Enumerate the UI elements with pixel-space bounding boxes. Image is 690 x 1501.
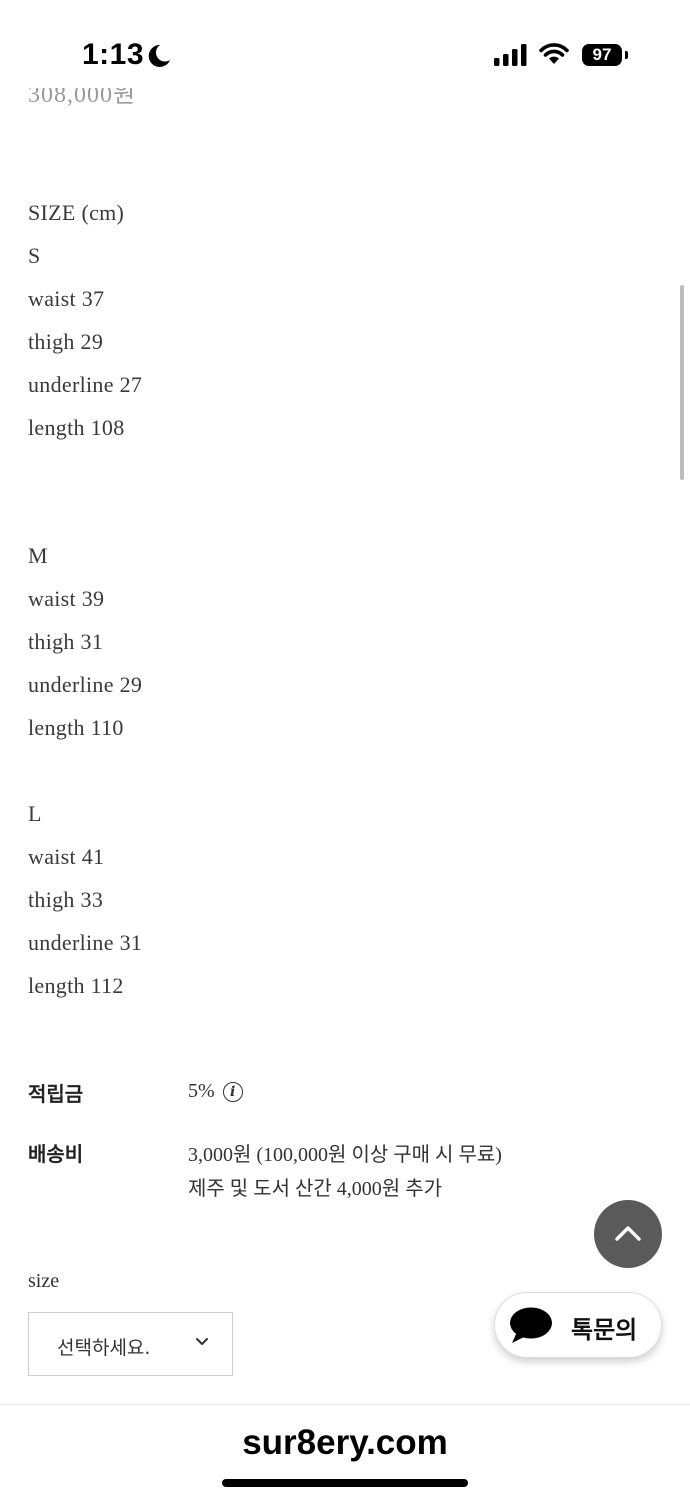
spec-line: thigh 33 (28, 887, 104, 912)
points-label: 적립금 (28, 1082, 84, 1106)
shipping-label: 배송비 (28, 1142, 84, 1166)
moon-icon (148, 44, 170, 67)
status-time: 1:13 (82, 38, 145, 71)
shipping-value-line-1: 3,000원 (100,000원 이상 구매 시 무료) (188, 1144, 502, 1166)
battery-indicator: 97 (582, 44, 622, 66)
browser-domain[interactable]: sur8ery.com (0, 1423, 690, 1463)
option-label: size (28, 1270, 60, 1292)
spec-line: length 110 (28, 715, 124, 740)
spec-line: thigh 31 (28, 629, 104, 654)
size-select[interactable]: 선택하세요. (28, 1312, 233, 1376)
spec-line: waist 41 (28, 844, 105, 869)
spec-line: S (28, 243, 41, 268)
chevron-down-icon (196, 1338, 208, 1345)
spec-line: M (28, 543, 48, 568)
chat-inquiry-button[interactable]: 톡문의 (494, 1292, 662, 1358)
chat-bubble-icon (510, 1307, 552, 1343)
spec-line: SIZE (cm) (28, 200, 125, 225)
scroll-top-button[interactable] (594, 1200, 662, 1268)
spec-line: waist 37 (28, 286, 105, 311)
spec-line: underline 29 (28, 672, 143, 697)
chevron-up-icon (615, 1226, 641, 1241)
info-icon[interactable]: i (222, 1082, 243, 1103)
spec-line: thigh 29 (28, 329, 104, 354)
spec-line: underline 31 (28, 930, 143, 955)
size-select-value: 선택하세요. (57, 1337, 151, 1359)
home-indicator[interactable] (222, 1479, 468, 1487)
spec-line: length 108 (28, 415, 125, 440)
status-bar: 1:13 97 (0, 0, 690, 100)
shipping-value-line-2: 제주 및 도서 산간 4,000원 추가 (188, 1178, 442, 1200)
spec-line: L (28, 801, 42, 826)
scrollbar[interactable] (680, 285, 684, 480)
chat-inquiry-label: 톡문의 (571, 1316, 638, 1344)
wifi-icon (539, 43, 569, 64)
browser-address-bar[interactable]: sur8ery.com (0, 1404, 690, 1501)
spec-line: underline 27 (28, 372, 143, 397)
spec-line: length 112 (28, 973, 124, 998)
price-partial: 308,000원 (28, 88, 137, 108)
battery-cap (625, 51, 628, 59)
signal-icon (494, 44, 527, 66)
points-value-row: 5% i (188, 1080, 243, 1103)
spec-line: waist 39 (28, 586, 105, 611)
points-value: 5% (188, 1080, 215, 1102)
